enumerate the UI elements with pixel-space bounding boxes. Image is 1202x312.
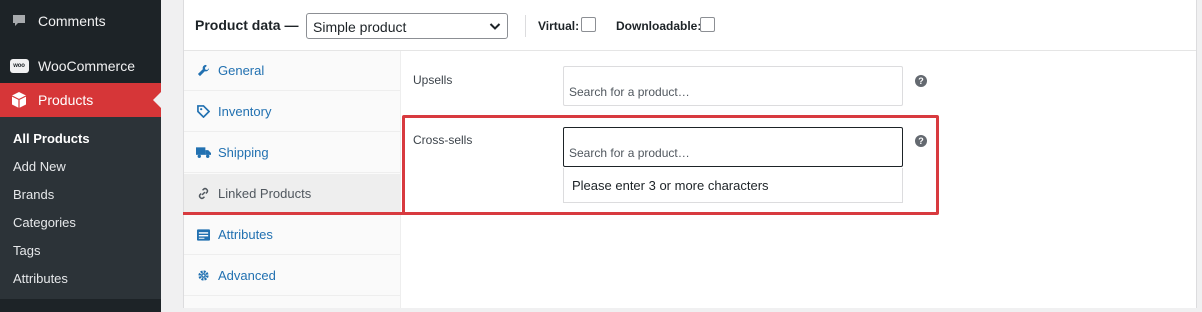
submenu-item-attributes[interactable]: Attributes — [13, 271, 68, 286]
tab-general-label: General — [218, 63, 265, 78]
product-data-title: Product data — — [195, 17, 299, 33]
menu-item-products-label: Products — [38, 92, 94, 108]
upsells-placeholder: Search for a product… — [569, 85, 690, 99]
submenu-item-add-new[interactable]: Add New — [13, 159, 66, 174]
tab-shipping-label: Shipping — [218, 145, 269, 160]
virtual-checkbox[interactable] — [581, 17, 596, 32]
menu-item-comments-label: Comments — [38, 13, 106, 29]
list-icon — [195, 227, 211, 243]
tab-linked-products[interactable]: Linked Products — [184, 174, 400, 214]
tag-icon — [195, 104, 211, 120]
product-data-header: Product data — Simple product Virtual: D… — [184, 0, 1196, 51]
submenu-item-categories[interactable]: Categories — [13, 215, 76, 230]
tab-inventory-label: Inventory — [218, 104, 272, 119]
admin-sidebar: Comments woo WooCommerce Products All Pr… — [0, 0, 161, 312]
product-type-value: Simple product — [313, 19, 407, 35]
menu-item-comments[interactable]: Comments — [0, 4, 161, 38]
upsells-help-icon[interactable]: ? — [915, 75, 927, 87]
product-data-tabs: General Inventory Shipping Linked Produc… — [184, 51, 401, 308]
header-divider — [525, 15, 526, 37]
virtual-label: Virtual: — [538, 19, 580, 33]
product-type-select[interactable]: Simple product — [306, 13, 508, 39]
upsells-label: Upsells — [413, 73, 453, 87]
tab-attributes[interactable]: Attributes — [184, 215, 400, 255]
woocommerce-icon: woo — [9, 56, 29, 76]
gear-icon — [195, 268, 211, 284]
comment-icon — [9, 11, 29, 31]
submenu-item-brands[interactable]: Brands — [13, 187, 54, 202]
menu-item-woocommerce[interactable]: woo WooCommerce — [0, 49, 161, 83]
submenu-item-tags[interactable]: Tags — [13, 243, 40, 258]
menu-item-products[interactable]: Products — [0, 83, 161, 117]
truck-icon — [195, 145, 211, 161]
downloadable-checkbox[interactable] — [700, 17, 715, 32]
tab-linked-products-label: Linked Products — [218, 186, 312, 201]
tab-attributes-label: Attributes — [218, 227, 273, 242]
tab-advanced-label: Advanced — [218, 268, 276, 283]
upsells-search-input[interactable]: Search for a product… — [563, 66, 903, 106]
submenu-item-all-products[interactable]: All Products — [13, 131, 90, 146]
link-icon — [195, 186, 211, 202]
tab-general[interactable]: General — [184, 51, 400, 91]
tab-inventory[interactable]: Inventory — [184, 92, 400, 132]
downloadable-label: Downloadable: — [616, 19, 702, 33]
current-menu-arrow — [153, 92, 161, 108]
products-submenu: All Products Add New Brands Categories T… — [0, 117, 161, 299]
menu-item-woocommerce-label: WooCommerce — [38, 58, 135, 74]
annotation-highlight-line — [183, 212, 405, 215]
chevron-down-icon — [488, 19, 502, 33]
woo-badge: woo — [9, 59, 29, 73]
wrench-icon — [195, 63, 211, 79]
tab-shipping[interactable]: Shipping — [184, 133, 400, 173]
tab-advanced[interactable]: Advanced — [184, 256, 400, 296]
annotation-highlight-box — [402, 115, 939, 215]
box-icon — [9, 90, 29, 110]
